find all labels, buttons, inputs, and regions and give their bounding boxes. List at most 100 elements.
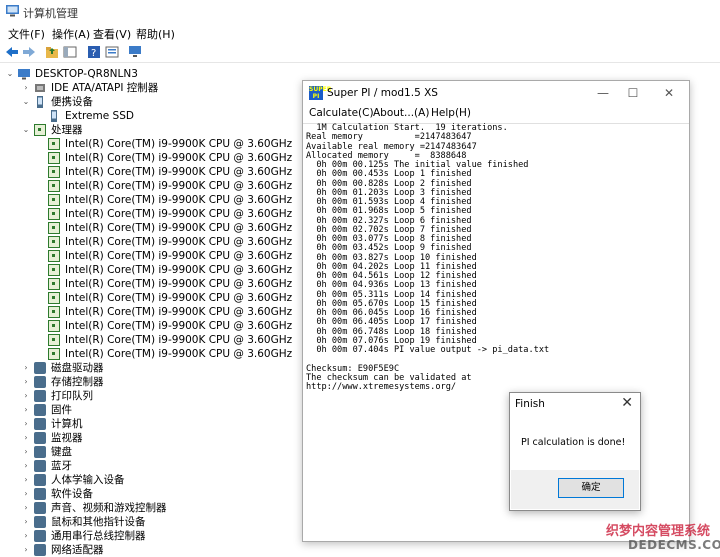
expand-icon[interactable]: › [22,361,30,375]
network-adapter-icon [34,544,46,556]
processor-chip-icon [48,348,60,360]
superpi-menu-bar: Calculate(C) About...(A) Help(H) [303,105,689,124]
cpu-item-label: Intel(R) Core(TM) i9-9900K CPU @ 3.60GHz [65,306,293,318]
svg-text:?: ? [91,48,96,59]
close-icon[interactable]: ✕ [621,395,633,411]
dialog-button-bar: 确定 [511,470,639,509]
print-queue-icon [34,390,46,402]
title-bar: 计算机管理 [0,0,720,23]
hid-icon [34,474,46,486]
close-icon[interactable]: ✕ [659,85,679,101]
processor-chip-icon [48,264,60,276]
monitor-icon[interactable] [128,45,142,59]
toolbar: ? [0,42,720,63]
forward-arrow-icon[interactable] [22,45,36,59]
help-icon[interactable]: ? [87,45,101,59]
cpu-item-label: Intel(R) Core(TM) i9-9900K CPU @ 3.60GHz [65,194,293,206]
tree-category-label: 磁盘驱动器 [51,362,104,374]
tree-root-label: DESKTOP-QR8NLN3 [35,68,138,80]
up-folder-icon[interactable] [45,45,59,59]
processor-chip-icon [48,250,60,262]
watermark-text: 织梦内容管理系统 [606,524,711,539]
tree-category-label: 人体学输入设备 [51,474,125,486]
cpu-item-label: Intel(R) Core(TM) i9-9900K CPU @ 3.60GHz [65,320,293,332]
processor-chip-icon [48,334,60,346]
cpu-item-label: Intel(R) Core(TM) i9-9900K CPU @ 3.60GHz [65,292,293,304]
menu-superpi-help[interactable]: Help(H) [431,107,471,119]
computer-icon [18,69,30,80]
expand-icon[interactable]: › [22,487,30,501]
cpu-item-label: Intel(R) Core(TM) i9-9900K CPU @ 3.60GHz [65,348,293,360]
mouse-icon [34,516,46,528]
monitor-icon [34,432,46,444]
tree-category-label: 存储控制器 [51,376,104,388]
cpu-item-label: Intel(R) Core(TM) i9-9900K CPU @ 3.60GHz [65,222,293,234]
usb-icon [34,530,46,542]
processor-chip-icon [48,306,60,318]
processor-chip-icon [48,292,60,304]
properties-icon[interactable] [105,45,119,59]
processor-chip-icon [48,138,60,150]
expand-icon[interactable]: › [22,403,30,417]
sound-icon [34,502,46,514]
finish-dialog: Finish ✕ PI calculation is done! 确定 [509,392,641,511]
tree-category-label: 监视器 [51,432,83,444]
tree-category-label: 计算机 [51,418,83,430]
tree-category-label: 鼠标和其他指针设备 [51,516,146,528]
expand-icon[interactable]: › [22,515,30,529]
expand-icon[interactable]: › [22,501,30,515]
tree-category-label: 键盘 [51,446,72,458]
software-device-icon [34,488,46,500]
tree-category-label: 通用串行总线控制器 [51,530,146,542]
maximize-icon[interactable]: ☐ [623,85,643,101]
keyboard-icon [34,446,46,458]
firmware-icon [34,404,46,416]
back-arrow-icon[interactable] [5,45,19,59]
expand-icon[interactable]: › [22,543,30,557]
device-tree: ⌄ DESKTOP-QR8NLN3 › IDE ATA/ATAPI 控制器 ⌄ … [0,64,300,557]
cpu-item-label: Intel(R) Core(TM) i9-9900K CPU @ 3.60GHz [65,138,293,150]
cpu-item-label: Intel(R) Core(TM) i9-9900K CPU @ 3.60GHz [65,250,293,262]
expand-icon[interactable]: › [22,389,30,403]
expand-icon[interactable]: › [22,445,30,459]
cpu-item-label: Intel(R) Core(TM) i9-9900K CPU @ 3.60GHz [65,180,293,192]
processor-chip-icon [48,152,60,164]
menu-bar: 文件(F) 操作(A) 查看(V) 帮助(H) [0,25,720,41]
finish-title: Finish [515,398,545,410]
tree-category-label: 蓝牙 [51,460,72,472]
collapse-icon[interactable]: ⌄ [6,67,14,81]
show-hide-tree-icon[interactable] [63,45,77,59]
minimize-icon[interactable]: — [593,85,613,101]
collapse-icon[interactable]: ⌄ [22,123,30,137]
tree-ssd-label: Extreme SSD [65,110,134,122]
menu-action[interactable]: 操作(A) [52,26,90,42]
expand-icon[interactable]: › [22,375,30,389]
menu-calculate[interactable]: Calculate(C) [309,107,374,119]
superpi-title-bar: SUPER PI Super PI / mod1.5 XS — ☐ ✕ [303,81,689,105]
expand-icon[interactable]: › [22,417,30,431]
expand-icon[interactable]: › [22,81,30,95]
cpu-item-label: Intel(R) Core(TM) i9-9900K CPU @ 3.60GHz [65,278,293,290]
superpi-title: Super PI / mod1.5 XS [327,87,438,99]
processor-chip-icon [48,222,60,234]
collapse-icon[interactable]: ⌄ [22,95,30,109]
ide-controller-icon [35,84,45,92]
expand-icon[interactable]: › [22,473,30,487]
tree-ide-label: IDE ATA/ATAPI 控制器 [51,82,159,94]
menu-view[interactable]: 查看(V) [93,26,131,42]
processor-chip-icon [48,194,60,206]
menu-about[interactable]: About...(A) [373,107,429,119]
expand-icon[interactable]: › [22,529,30,543]
ok-button[interactable]: 确定 [558,478,624,498]
cpu-item-label: Intel(R) Core(TM) i9-9900K CPU @ 3.60GHz [65,166,293,178]
menu-file[interactable]: 文件(F) [8,26,45,42]
cpu-item-label: Intel(R) Core(TM) i9-9900K CPU @ 3.60GHz [65,236,293,248]
menu-help[interactable]: 帮助(H) [136,26,175,42]
expand-icon[interactable]: › [22,431,30,445]
cpu-item-label: Intel(R) Core(TM) i9-9900K CPU @ 3.60GHz [65,264,293,276]
processor-chip-icon [48,180,60,192]
storage-controller-icon [34,376,46,388]
watermark-domain: DEDECMS.COM [628,538,720,552]
processor-chip-icon [34,124,46,136]
expand-icon[interactable]: › [22,459,30,473]
